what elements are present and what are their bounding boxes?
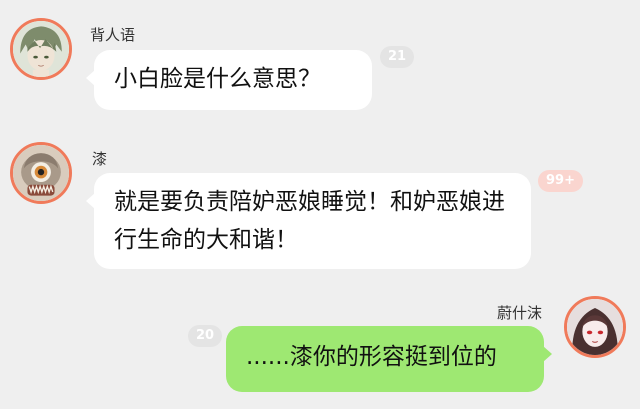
message-text: 小白脸是什么意思？ <box>114 66 321 92</box>
sender-name: 漆 <box>92 150 108 168</box>
sender-name: 蔚什沫 <box>497 304 543 322</box>
message-bubble[interactable]: 就是要负责陪妒恶娘睡觉！和妒恶娘进行生命的大和谐！ <box>86 173 531 269</box>
message-bubble[interactable]: ......漆你的形容挺到位的 <box>226 326 552 392</box>
green-hair-boy-icon <box>13 21 69 77</box>
sender-name: 背人语 <box>90 26 136 44</box>
level-badge: 99+ <box>538 170 583 192</box>
message-text: 就是要负责陪妒恶娘睡觉！和妒恶娘进行生命的大和谐！ <box>114 189 505 253</box>
level-badge: 21 <box>380 46 415 68</box>
message-text: ......漆你的形容挺到位的 <box>246 344 497 370</box>
avatar-weishimo[interactable] <box>564 296 626 358</box>
avatar-qi[interactable] <box>10 142 72 204</box>
monster-eye-icon <box>13 145 69 201</box>
level-badge: 20 <box>188 325 223 347</box>
red-eye-girl-icon <box>567 299 623 355</box>
avatar-beirenyu[interactable] <box>10 18 72 80</box>
message-bubble[interactable]: 小白脸是什么意思？ <box>86 50 372 110</box>
